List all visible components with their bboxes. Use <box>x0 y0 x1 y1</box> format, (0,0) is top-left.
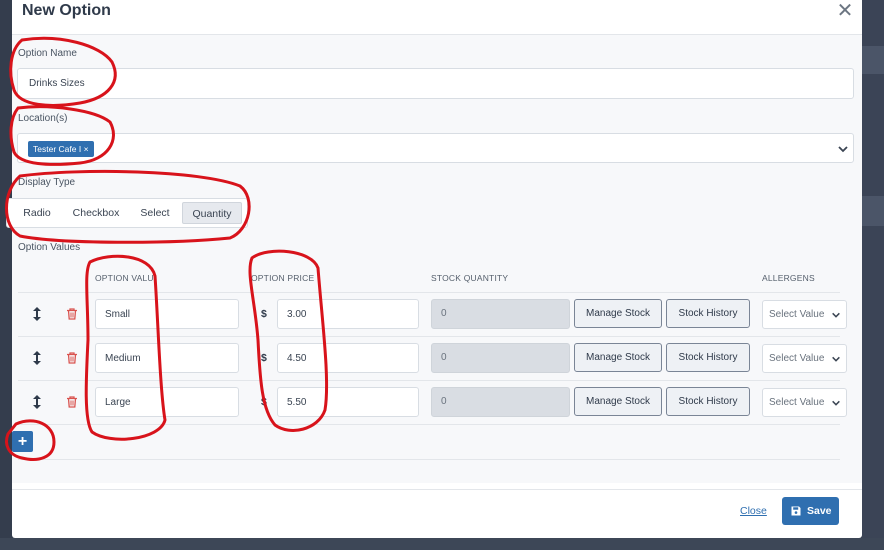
allergens-placeholder: Select Value <box>769 397 825 408</box>
trash-icon[interactable] <box>66 352 78 364</box>
remove-tag-icon[interactable]: × <box>84 144 89 154</box>
chevron-down-icon <box>832 312 840 318</box>
manage-stock-button[interactable]: Manage Stock <box>574 387 662 416</box>
background-panel-item <box>862 46 884 74</box>
display-type-group: Radio Checkbox Select Quantity <box>6 198 248 228</box>
option-value-text: Small <box>105 309 131 320</box>
background-panel-item <box>862 196 884 226</box>
option-name-value: Drinks Sizes <box>29 78 85 89</box>
option-price-text: 5.50 <box>287 397 307 408</box>
column-header-option-value: OPTION VALU <box>95 273 154 283</box>
location-tag-label: Tester Cafe I <box>33 144 82 154</box>
move-icon[interactable] <box>31 351 43 365</box>
option-value-input[interactable]: Small <box>95 299 239 329</box>
currency-symbol: $ <box>261 308 267 320</box>
display-type-select[interactable]: Select <box>137 202 173 224</box>
chevron-down-icon <box>832 400 840 406</box>
option-price-input[interactable]: 5.50 <box>277 387 419 417</box>
option-price-text: 3.00 <box>287 309 307 320</box>
column-header-allergens: ALLERGENS <box>762 273 815 283</box>
location-tag[interactable]: Tester Cafe I × <box>28 141 94 157</box>
manage-stock-button[interactable]: Manage Stock <box>574 299 662 328</box>
option-values-label: Option Values <box>18 242 81 253</box>
chevron-down-icon[interactable] <box>837 143 849 155</box>
stock-quantity-input[interactable]: 0 <box>431 387 570 417</box>
display-type-checkbox[interactable]: Checkbox <box>69 202 123 224</box>
row-divider <box>18 292 840 293</box>
row-divider <box>18 336 840 337</box>
chevron-down-icon <box>832 356 840 362</box>
move-icon[interactable] <box>31 395 43 409</box>
column-header-option-price: OPTION PRICE <box>251 273 315 283</box>
option-value-input[interactable]: Large <box>95 387 239 417</box>
manage-stock-button[interactable]: Manage Stock <box>574 343 662 372</box>
trash-icon[interactable] <box>66 396 78 408</box>
trash-icon[interactable] <box>66 308 78 320</box>
option-name-input[interactable]: Drinks Sizes <box>17 68 854 99</box>
option-name-label: Option Name <box>18 48 77 59</box>
option-price-input[interactable]: 3.00 <box>277 299 419 329</box>
column-header-stock-quantity: STOCK QUANTITY <box>431 273 509 283</box>
stock-history-button[interactable]: Stock History <box>666 343 750 372</box>
background-panel <box>862 0 884 550</box>
display-type-quantity[interactable]: Quantity <box>182 202 242 224</box>
plus-icon: + <box>17 433 28 450</box>
option-value-text: Large <box>105 397 131 408</box>
allergens-select[interactable]: Select Value <box>762 388 847 417</box>
stock-quantity-input[interactable]: 0 <box>431 343 570 373</box>
display-type-radio[interactable]: Radio <box>21 202 53 224</box>
stock-quantity-input[interactable]: 0 <box>431 299 570 329</box>
locations-select[interactable]: Tester Cafe I × <box>17 133 854 163</box>
stock-history-button[interactable]: Stock History <box>666 387 750 416</box>
add-option-value-button[interactable]: + <box>12 431 33 452</box>
background-footer <box>0 538 884 550</box>
option-price-text: 4.50 <box>287 353 307 364</box>
option-value-text: Medium <box>105 353 141 364</box>
allergens-placeholder: Select Value <box>769 353 825 364</box>
close-icon[interactable]: ✕ <box>834 0 856 22</box>
section-divider <box>18 459 840 460</box>
option-value-input[interactable]: Medium <box>95 343 239 373</box>
modal-header: New Option ✕ <box>12 0 862 35</box>
allergens-select[interactable]: Select Value <box>762 300 847 329</box>
modal-title: New Option <box>22 2 111 19</box>
save-label: Save <box>807 505 832 517</box>
move-icon[interactable] <box>31 307 43 321</box>
footer-divider <box>12 489 862 490</box>
locations-label: Location(s) <box>18 113 68 124</box>
allergens-select[interactable]: Select Value <box>762 344 847 373</box>
save-icon <box>791 506 801 516</box>
display-type-label: Display Type <box>18 177 76 188</box>
allergens-placeholder: Select Value <box>769 309 825 320</box>
currency-symbol: $ <box>261 396 267 408</box>
currency-symbol: $ <box>261 352 267 364</box>
row-divider <box>18 424 840 425</box>
close-link[interactable]: Close <box>740 505 767 517</box>
row-divider <box>18 380 840 381</box>
save-button[interactable]: Save <box>782 497 839 525</box>
stock-history-button[interactable]: Stock History <box>666 299 750 328</box>
option-price-input[interactable]: 4.50 <box>277 343 419 373</box>
